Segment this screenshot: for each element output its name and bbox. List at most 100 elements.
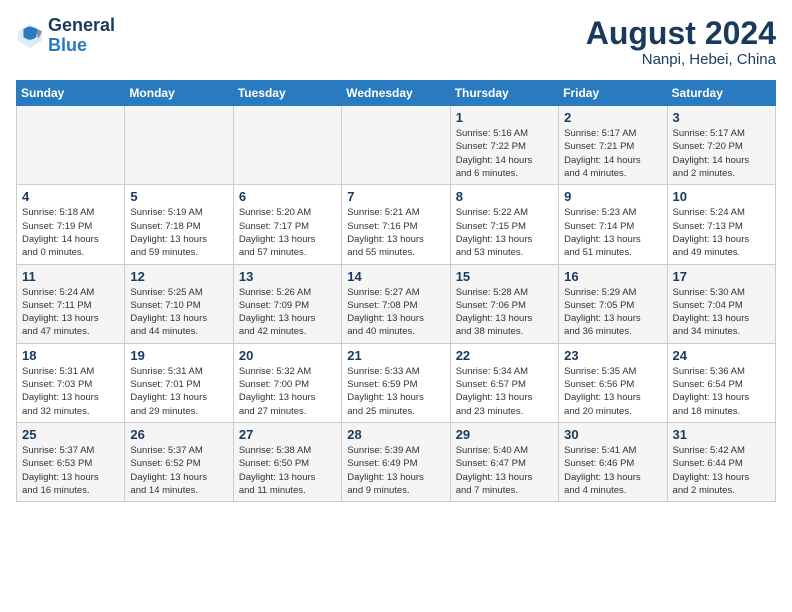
calendar-cell: 15 Sunrise: 5:28 AM Sunset: 7:06 PM Dayli… <box>450 264 558 343</box>
day-number: 27 <box>239 427 336 442</box>
day-info: Sunrise: 5:28 AM Sunset: 7:06 PM Dayligh… <box>456 286 553 339</box>
day-info: Sunrise: 5:31 AM Sunset: 7:03 PM Dayligh… <box>22 365 119 418</box>
calendar-cell: 22 Sunrise: 5:34 AM Sunset: 6:57 PM Dayli… <box>450 343 558 422</box>
calendar-cell: 30 Sunrise: 5:41 AM Sunset: 6:46 PM Dayli… <box>559 422 667 501</box>
calendar-week-row: 18 Sunrise: 5:31 AM Sunset: 7:03 PM Dayli… <box>17 343 776 422</box>
calendar-week-row: 4 Sunrise: 5:18 AM Sunset: 7:19 PM Daylig… <box>17 185 776 264</box>
col-header-tuesday: Tuesday <box>233 81 341 106</box>
calendar-cell: 2Sunrise: 5:17 AM Sunset: 7:21 PM Daylig… <box>559 106 667 185</box>
calendar-cell: 10 Sunrise: 5:24 AM Sunset: 7:13 PM Dayli… <box>667 185 775 264</box>
day-info: Sunrise: 5:19 AM Sunset: 7:18 PM Dayligh… <box>130 206 227 259</box>
day-number: 10 <box>673 189 770 204</box>
day-number: 31 <box>673 427 770 442</box>
col-header-wednesday: Wednesday <box>342 81 450 106</box>
calendar-cell: 17 Sunrise: 5:30 AM Sunset: 7:04 PM Dayli… <box>667 264 775 343</box>
day-info: Sunrise: 5:31 AM Sunset: 7:01 PM Dayligh… <box>130 365 227 418</box>
day-info: Sunrise: 5:42 AM Sunset: 6:44 PM Dayligh… <box>673 444 770 497</box>
calendar-week-row: 11 Sunrise: 5:24 AM Sunset: 7:11 PM Dayli… <box>17 264 776 343</box>
logo: General Blue <box>16 16 115 56</box>
day-number: 19 <box>130 348 227 363</box>
day-number: 26 <box>130 427 227 442</box>
day-number: 18 <box>22 348 119 363</box>
calendar-header-row: SundayMondayTuesdayWednesdayThursdayFrid… <box>17 81 776 106</box>
col-header-thursday: Thursday <box>450 81 558 106</box>
day-number: 12 <box>130 269 227 284</box>
calendar-cell: 21 Sunrise: 5:33 AM Sunset: 6:59 PM Dayli… <box>342 343 450 422</box>
calendar-cell: 16Sunrise: 5:29 AM Sunset: 7:05 PM Dayli… <box>559 264 667 343</box>
day-number: 17 <box>673 269 770 284</box>
day-number: 28 <box>347 427 444 442</box>
day-info: Sunrise: 5:41 AM Sunset: 6:46 PM Dayligh… <box>564 444 661 497</box>
calendar-cell: 28 Sunrise: 5:39 AM Sunset: 6:49 PM Dayli… <box>342 422 450 501</box>
calendar-cell: 23Sunrise: 5:35 AM Sunset: 6:56 PM Dayli… <box>559 343 667 422</box>
day-info: Sunrise: 5:22 AM Sunset: 7:15 PM Dayligh… <box>456 206 553 259</box>
location-subtitle: Nanpi, Hebei, China <box>586 51 776 68</box>
day-number: 15 <box>456 269 553 284</box>
day-info: Sunrise: 5:29 AM Sunset: 7:05 PM Dayligh… <box>564 286 661 339</box>
day-number: 2 <box>564 110 661 125</box>
logo-icon <box>16 22 44 50</box>
calendar-cell: 18 Sunrise: 5:31 AM Sunset: 7:03 PM Dayli… <box>17 343 125 422</box>
calendar-cell: 6 Sunrise: 5:20 AM Sunset: 7:17 PM Daylig… <box>233 185 341 264</box>
day-info: Sunrise: 5:38 AM Sunset: 6:50 PM Dayligh… <box>239 444 336 497</box>
page-header: General Blue August 2024 Nanpi, Hebei, C… <box>16 16 776 68</box>
day-info: Sunrise: 5:23 AM Sunset: 7:14 PM Dayligh… <box>564 206 661 259</box>
day-info: Sunrise: 5:30 AM Sunset: 7:04 PM Dayligh… <box>673 286 770 339</box>
col-header-monday: Monday <box>125 81 233 106</box>
col-header-sunday: Sunday <box>17 81 125 106</box>
day-number: 9 <box>564 189 661 204</box>
day-info: Sunrise: 5:33 AM Sunset: 6:59 PM Dayligh… <box>347 365 444 418</box>
day-number: 30 <box>564 427 661 442</box>
day-info: Sunrise: 5:37 AM Sunset: 6:52 PM Dayligh… <box>130 444 227 497</box>
calendar-cell: 25 Sunrise: 5:37 AM Sunset: 6:53 PM Dayli… <box>17 422 125 501</box>
day-info: Sunrise: 5:21 AM Sunset: 7:16 PM Dayligh… <box>347 206 444 259</box>
calendar-cell: 3Sunrise: 5:17 AM Sunset: 7:20 PM Daylig… <box>667 106 775 185</box>
day-number: 7 <box>347 189 444 204</box>
calendar-cell: 9 Sunrise: 5:23 AM Sunset: 7:14 PM Daylig… <box>559 185 667 264</box>
day-number: 8 <box>456 189 553 204</box>
day-info: Sunrise: 5:40 AM Sunset: 6:47 PM Dayligh… <box>456 444 553 497</box>
calendar-cell: 7 Sunrise: 5:21 AM Sunset: 7:16 PM Daylig… <box>342 185 450 264</box>
col-header-saturday: Saturday <box>667 81 775 106</box>
title-area: August 2024 Nanpi, Hebei, China <box>586 16 776 68</box>
day-number: 25 <box>22 427 119 442</box>
day-info: Sunrise: 5:24 AM Sunset: 7:13 PM Dayligh… <box>673 206 770 259</box>
day-info: Sunrise: 5:17 AM Sunset: 7:20 PM Dayligh… <box>673 127 770 180</box>
month-title: August 2024 <box>586 16 776 51</box>
calendar-cell: 24Sunrise: 5:36 AM Sunset: 6:54 PM Dayli… <box>667 343 775 422</box>
day-info: Sunrise: 5:37 AM Sunset: 6:53 PM Dayligh… <box>22 444 119 497</box>
day-number: 4 <box>22 189 119 204</box>
calendar-cell: 8 Sunrise: 5:22 AM Sunset: 7:15 PM Daylig… <box>450 185 558 264</box>
calendar-cell: 29Sunrise: 5:40 AM Sunset: 6:47 PM Dayli… <box>450 422 558 501</box>
day-info: Sunrise: 5:39 AM Sunset: 6:49 PM Dayligh… <box>347 444 444 497</box>
day-info: Sunrise: 5:35 AM Sunset: 6:56 PM Dayligh… <box>564 365 661 418</box>
day-info: Sunrise: 5:20 AM Sunset: 7:17 PM Dayligh… <box>239 206 336 259</box>
calendar-cell: 31 Sunrise: 5:42 AM Sunset: 6:44 PM Dayli… <box>667 422 775 501</box>
day-number: 1 <box>456 110 553 125</box>
calendar-cell: 13 Sunrise: 5:26 AM Sunset: 7:09 PM Dayli… <box>233 264 341 343</box>
day-number: 13 <box>239 269 336 284</box>
day-info: Sunrise: 5:36 AM Sunset: 6:54 PM Dayligh… <box>673 365 770 418</box>
day-number: 14 <box>347 269 444 284</box>
day-info: Sunrise: 5:24 AM Sunset: 7:11 PM Dayligh… <box>22 286 119 339</box>
day-info: Sunrise: 5:16 AM Sunset: 7:22 PM Dayligh… <box>456 127 553 180</box>
day-info: Sunrise: 5:26 AM Sunset: 7:09 PM Dayligh… <box>239 286 336 339</box>
calendar-cell: 11 Sunrise: 5:24 AM Sunset: 7:11 PM Dayli… <box>17 264 125 343</box>
day-number: 22 <box>456 348 553 363</box>
calendar-cell <box>233 106 341 185</box>
calendar-cell <box>17 106 125 185</box>
day-number: 20 <box>239 348 336 363</box>
calendar-cell <box>342 106 450 185</box>
day-number: 11 <box>22 269 119 284</box>
calendar-cell: 5Sunrise: 5:19 AM Sunset: 7:18 PM Daylig… <box>125 185 233 264</box>
day-info: Sunrise: 5:34 AM Sunset: 6:57 PM Dayligh… <box>456 365 553 418</box>
day-number: 6 <box>239 189 336 204</box>
day-number: 21 <box>347 348 444 363</box>
calendar-cell: 27 Sunrise: 5:38 AM Sunset: 6:50 PM Dayli… <box>233 422 341 501</box>
calendar-cell: 19 Sunrise: 5:31 AM Sunset: 7:01 PM Dayli… <box>125 343 233 422</box>
calendar-week-row: 25 Sunrise: 5:37 AM Sunset: 6:53 PM Dayli… <box>17 422 776 501</box>
col-header-friday: Friday <box>559 81 667 106</box>
calendar-cell: 14Sunrise: 5:27 AM Sunset: 7:08 PM Dayli… <box>342 264 450 343</box>
calendar-table: SundayMondayTuesdayWednesdayThursdayFrid… <box>16 80 776 502</box>
day-info: Sunrise: 5:18 AM Sunset: 7:19 PM Dayligh… <box>22 206 119 259</box>
